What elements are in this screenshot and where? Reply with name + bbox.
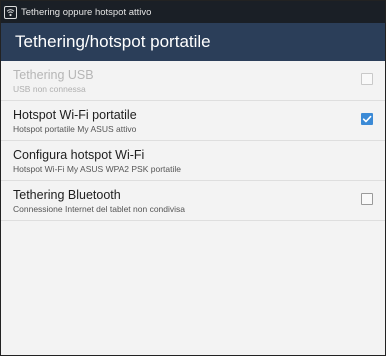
wifi-hotspot-checkbox[interactable] — [361, 113, 373, 125]
list-item-bluetooth-tethering[interactable]: Tethering Bluetooth Connessione Internet… — [1, 181, 385, 221]
status-text: Tethering oppure hotspot attivo — [21, 6, 152, 18]
item-title: Hotspot Wi-Fi portatile — [13, 108, 137, 122]
settings-list: Tethering USB USB non connessa Hotspot W… — [1, 61, 385, 221]
list-item-configure-hotspot[interactable]: Configura hotspot Wi-Fi Hotspot Wi-Fi My… — [1, 141, 385, 181]
list-item-wifi-hotspot[interactable]: Hotspot Wi-Fi portatile Hotspot portatil… — [1, 101, 385, 141]
status-bar: Tethering oppure hotspot attivo — [1, 1, 385, 23]
device-screen: Tethering oppure hotspot attivo Tetherin… — [0, 0, 386, 356]
tethering-icon — [4, 5, 17, 19]
action-bar: Tethering/hotspot portatile — [1, 23, 385, 61]
item-title: Tethering USB — [13, 68, 94, 82]
checkmark-icon — [362, 115, 372, 123]
usb-tethering-checkbox — [361, 73, 373, 85]
page-title: Tethering/hotspot portatile — [15, 32, 211, 51]
item-summary: Connessione Internet del tablet non cond… — [13, 204, 186, 214]
item-summary: Hotspot portatile My ASUS attivo — [13, 124, 137, 134]
item-summary: Hotspot Wi-Fi My ASUS WPA2 PSK portatile — [13, 164, 181, 174]
item-title: Tethering Bluetooth — [13, 188, 121, 202]
item-summary: USB non connessa — [13, 84, 86, 94]
bluetooth-tethering-checkbox[interactable] — [361, 193, 373, 205]
item-title: Configura hotspot Wi-Fi — [13, 148, 145, 162]
list-item-usb-tethering: Tethering USB USB non connessa — [1, 61, 385, 101]
